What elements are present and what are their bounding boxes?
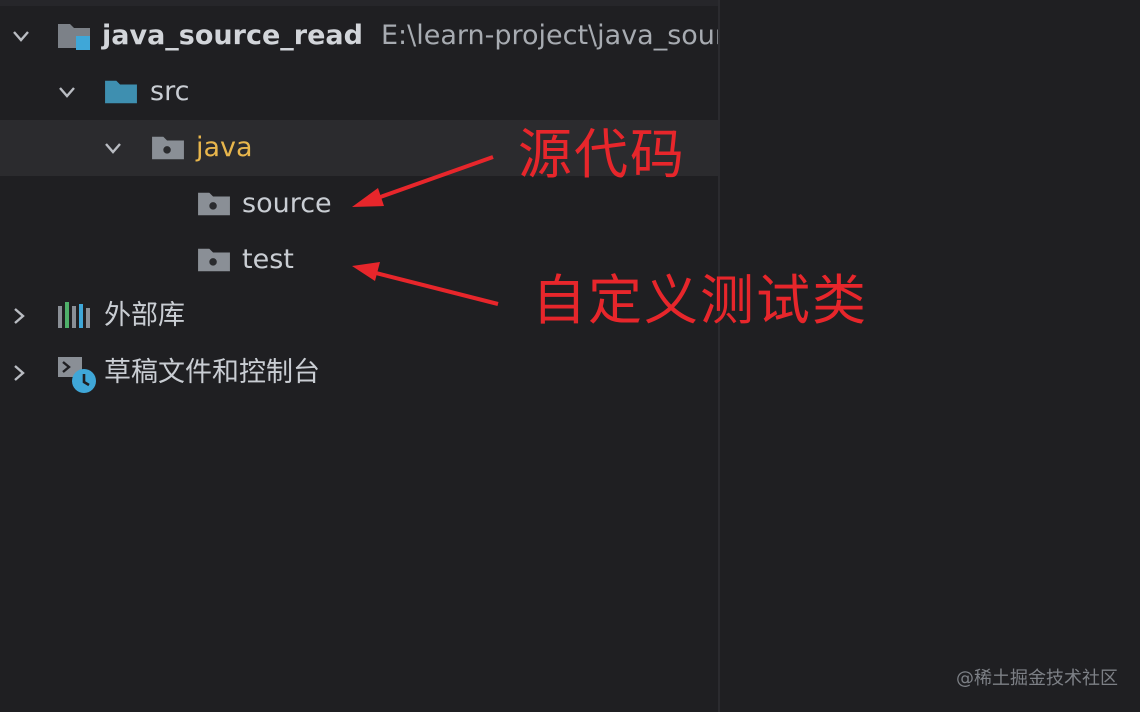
scratches-label: 草稿文件和控制台 bbox=[104, 357, 320, 388]
chevron-right-icon[interactable] bbox=[8, 305, 30, 327]
java-label: java bbox=[196, 132, 253, 163]
external-libraries-label: 外部库 bbox=[104, 300, 185, 331]
chevron-down-icon[interactable] bbox=[10, 25, 32, 47]
source-root-folder-icon bbox=[103, 77, 139, 109]
project-name: java_source_read bbox=[102, 20, 363, 51]
annotation-source-code: 源代码 bbox=[518, 123, 686, 186]
watermark: @稀土掘金技术社区 bbox=[956, 668, 1118, 689]
chevron-down-icon[interactable] bbox=[56, 81, 78, 103]
chevron-right-icon[interactable] bbox=[8, 362, 30, 384]
project-module-icon bbox=[56, 20, 92, 52]
src-label: src bbox=[150, 76, 190, 107]
test-label: test bbox=[242, 244, 294, 275]
scratches-console-icon bbox=[56, 355, 98, 395]
tree-item-scratches[interactable]: 草稿文件和控制台 bbox=[0, 345, 718, 401]
project-name-label: java_source_read E:\learn-project\java_so… bbox=[102, 8, 718, 64]
project-tree-panel: java_source_read E:\learn-project\java_so… bbox=[0, 0, 718, 712]
panel-top-edge bbox=[0, 0, 718, 6]
package-folder-icon bbox=[196, 189, 232, 221]
package-folder-icon bbox=[196, 245, 232, 277]
chevron-down-icon[interactable] bbox=[102, 137, 124, 159]
editor-area bbox=[720, 0, 1140, 712]
ide-window: java_source_read E:\learn-project\java_so… bbox=[0, 0, 1140, 712]
library-icon bbox=[56, 300, 92, 332]
source-label: source bbox=[242, 188, 332, 219]
tree-item-project-root[interactable]: java_source_read E:\learn-project\java_so… bbox=[0, 8, 718, 64]
tree-item-src[interactable]: src bbox=[0, 64, 718, 120]
package-folder-icon bbox=[150, 133, 186, 165]
annotation-custom-test: 自定义测试类 bbox=[532, 269, 868, 332]
project-path: E:\learn-project\java_source bbox=[380, 20, 718, 51]
